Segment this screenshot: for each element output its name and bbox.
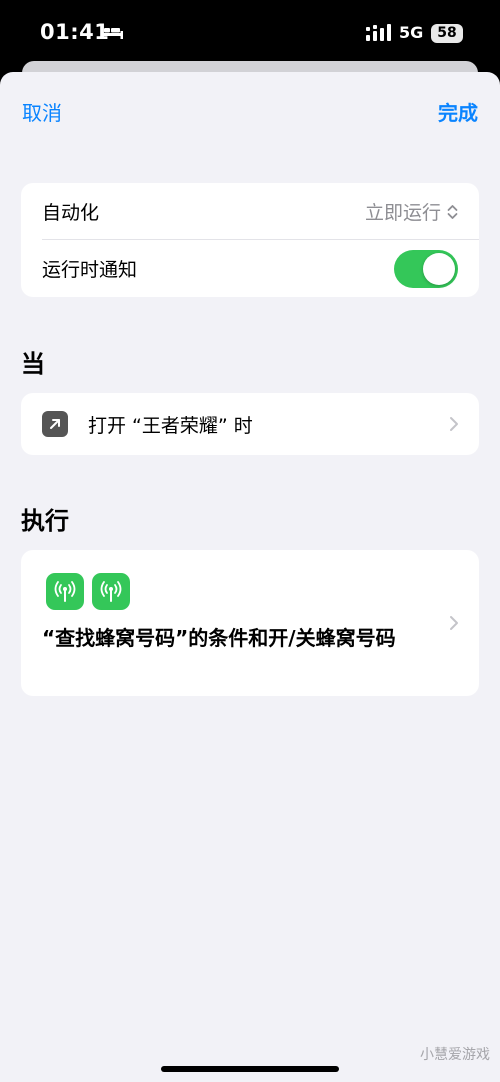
automation-row[interactable]: 自动化 立即运行 [21,183,479,240]
chevron-right-icon [450,616,458,630]
cellular-antenna-icon [46,573,84,610]
do-section-header: 执行 [21,507,69,535]
cellular-antenna-icon [92,573,130,610]
open-app-icon [42,411,68,437]
network-type: 5G [399,23,424,42]
action-card[interactable]: “查找蜂窝号码”的条件和开/关蜂窝号码 [21,550,479,696]
trigger-row[interactable]: 打开 “王者荣耀” 时 [21,393,479,455]
bed-icon [101,25,123,39]
chevron-right-icon [450,417,458,431]
status-bar: 01:41 5G 58 [0,0,500,66]
automation-value: 立即运行 [364,202,441,224]
trigger-text: 打开 “王者荣耀” 时 [88,414,253,437]
settings-card: 自动化 立即运行 运行时通知 [21,183,479,297]
watermark-text: 小慧爱游戏 [420,1047,490,1063]
notify-label: 运行时通知 [42,259,138,281]
automation-value-picker[interactable]: 立即运行 [365,198,458,225]
action-text: “查找蜂窝号码”的条件和开/关蜂窝号码 [42,626,396,650]
toggle-knob [423,252,455,285]
done-button[interactable]: 完成 [438,97,478,126]
signal-icon [366,24,391,41]
automation-label: 自动化 [42,202,100,224]
home-indicator[interactable] [161,1066,339,1072]
trigger-card[interactable]: 打开 “王者荣耀” 时 [21,393,479,455]
battery-indicator: 58 [431,24,463,43]
watermark: 小慧爱游戏 [420,1044,490,1064]
status-time: 01:41 [40,20,110,44]
up-down-chevron-icon [447,204,458,219]
cancel-button[interactable]: 取消 [22,97,62,126]
notify-toggle[interactable] [394,249,458,288]
notify-row: 运行时通知 [21,240,479,297]
when-section-header: 当 [21,350,45,378]
action-icons [46,573,130,610]
